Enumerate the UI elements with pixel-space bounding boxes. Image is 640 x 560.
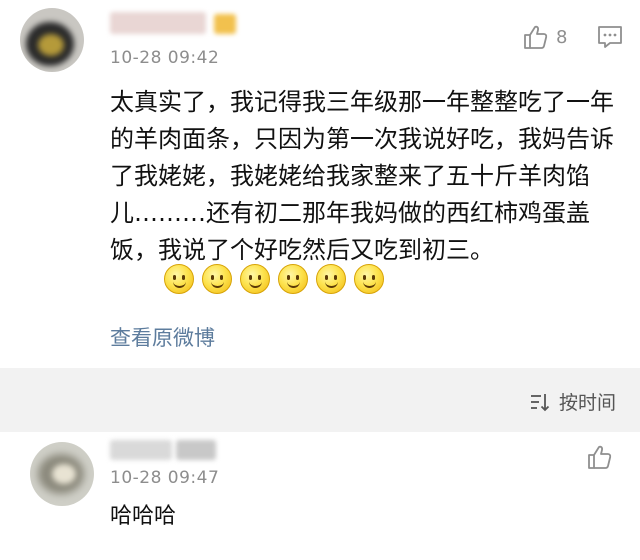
comment-text: 太真实了，我记得我三年级那一年整整吃了一年的羊肉面条，只因为第一次我说好吃，我妈… [110, 88, 614, 264]
like-count: 8 [556, 26, 568, 48]
smile-emoji-icon [240, 264, 270, 294]
emoji-row [164, 264, 384, 294]
reply-button[interactable] [596, 24, 624, 54]
like-button[interactable] [586, 444, 612, 470]
comment-2: 10-28 09:47 哈哈哈 [0, 432, 640, 560]
thumbs-up-icon [524, 25, 548, 49]
smile-emoji-icon [164, 264, 194, 294]
smile-emoji-icon [278, 264, 308, 294]
sort-icon [530, 393, 550, 411]
thumbs-up-icon [588, 445, 612, 469]
comment-timestamp: 10-28 09:47 [110, 468, 220, 488]
comment-bubble-icon [598, 26, 622, 48]
view-original-link[interactable]: 查看原微博 [110, 322, 215, 352]
user-badge-blurred [214, 14, 236, 34]
like-button[interactable]: 8 [522, 24, 567, 50]
sort-label: 按时间 [558, 392, 616, 414]
sort-bar: 按时间 [0, 368, 640, 432]
username-blurred-part [176, 440, 216, 460]
avatar[interactable] [20, 8, 84, 72]
smile-emoji-icon [316, 264, 346, 294]
comment-1: 10-28 09:42 8 太真实了，我记得我三年级那一年整整吃了一年的羊肉面条… [0, 0, 640, 368]
comment-timestamp: 10-28 09:42 [110, 48, 220, 68]
smile-emoji-icon [202, 264, 232, 294]
sort-by-time-button[interactable]: 按时间 [529, 388, 616, 415]
avatar[interactable] [30, 442, 94, 506]
username-blurred[interactable] [110, 12, 206, 34]
smile-emoji-icon [354, 264, 384, 294]
username-blurred[interactable] [110, 440, 172, 460]
comment-text: 哈哈哈 [110, 504, 177, 529]
